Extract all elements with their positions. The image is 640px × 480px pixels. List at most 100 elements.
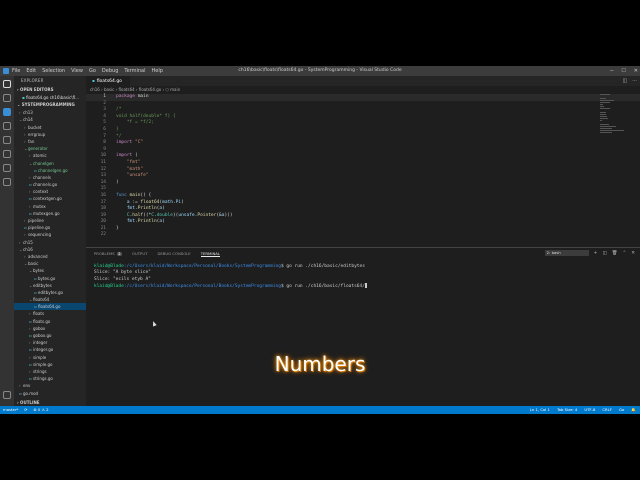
tree-item[interactable]: › pipeline xyxy=(14,217,86,224)
tree-item[interactable]: › mutex xyxy=(14,203,86,210)
tree-item[interactable]: › context xyxy=(14,188,86,195)
tree-item-label: floats64.go xyxy=(38,304,61,310)
code-line[interactable]: 11 "fmt" xyxy=(86,160,640,167)
tree-item[interactable]: › errgroup xyxy=(14,131,86,138)
split-terminal-icon[interactable]: ◫ xyxy=(602,251,606,256)
code-line[interactable]: 1 package main xyxy=(86,94,640,101)
notifications-bell-icon[interactable]: 🔔 xyxy=(631,406,636,414)
branch-indicator[interactable]: master* xyxy=(3,406,18,414)
line-endings[interactable]: CRLF xyxy=(602,406,612,414)
tree-item[interactable]: › fan xyxy=(14,138,86,145)
code-line[interactable]: 3 /* xyxy=(86,107,640,114)
code-line[interactable]: 9 xyxy=(86,147,640,154)
tree-item[interactable]: ▫bytes.go xyxy=(14,275,86,282)
sync-icon[interactable]: ⟳ xyxy=(24,406,27,414)
maximize-icon[interactable]: ☐ xyxy=(621,66,625,76)
breadcrumb[interactable]: ch16 › basic › floats64 › floats64.go › … xyxy=(86,86,640,93)
tab-terminal[interactable]: TERMINAL xyxy=(200,251,221,257)
maximize-panel-icon[interactable]: ⌃ xyxy=(622,251,626,256)
tree-item[interactable]: › ch15 xyxy=(14,239,86,246)
tree-item[interactable]: ▫go.mod xyxy=(14,390,86,397)
close-panel-icon[interactable]: ✕ xyxy=(631,251,635,256)
code-line[interactable]: 7 */ xyxy=(86,134,640,141)
code-line[interactable]: 15 xyxy=(86,186,640,193)
tree-item[interactable]: ▫channelgen.go xyxy=(14,167,86,174)
code-line[interactable]: 18 fmt.Println(a) xyxy=(86,206,640,213)
code-line[interactable]: 21} xyxy=(86,226,640,233)
language-mode[interactable]: Go xyxy=(619,406,624,414)
tree-item[interactable]: › atomic xyxy=(14,152,86,159)
tree-item[interactable]: ▫gobox.go xyxy=(14,332,86,339)
code-line[interactable]: 8 import "C" xyxy=(86,140,640,147)
code-line[interactable]: 10 import ( xyxy=(86,153,640,160)
tree-item[interactable]: › integer xyxy=(14,339,86,346)
tree-item[interactable]: ▫strings.go xyxy=(14,375,86,382)
docker-icon[interactable] xyxy=(3,164,11,172)
code-line[interactable]: 13 "unsafe" xyxy=(86,173,640,180)
tree-item[interactable]: ⌄ch16 xyxy=(14,246,86,253)
tree-item[interactable]: ▫floats.go xyxy=(14,318,86,325)
open-editors-section[interactable]: › OPEN EDITORS xyxy=(14,86,86,94)
code-line[interactable]: 12 "math" xyxy=(86,167,640,174)
tab-problems[interactable]: PROBLEMS 2 xyxy=(94,251,122,257)
search-icon[interactable] xyxy=(3,94,11,102)
more-actions-icon[interactable]: ··· xyxy=(632,76,637,86)
explorer-icon[interactable] xyxy=(3,80,11,88)
tab-output[interactable]: OUTPUT xyxy=(132,251,147,257)
tree-item[interactable]: ▫pipeline.go xyxy=(14,224,86,231)
code-line[interactable]: 22 xyxy=(86,232,640,239)
tree-item[interactable]: › env xyxy=(14,382,86,389)
debug-icon[interactable] xyxy=(3,122,11,130)
tree-item[interactable]: ⌄floats64 xyxy=(14,296,86,303)
tree-item[interactable]: › channels xyxy=(14,174,86,181)
settings-gear-icon[interactable] xyxy=(3,391,11,399)
open-editor-item[interactable]: ▪ floats64.go ch16\basic\fl... xyxy=(14,94,86,101)
tree-item[interactable]: ▫channels.go xyxy=(14,181,86,188)
cursor-position[interactable]: Ln 1, Col 1 xyxy=(530,406,550,414)
minimize-icon[interactable]: ─ xyxy=(610,66,613,76)
trash-icon[interactable]: 🗑 xyxy=(612,251,618,256)
tree-item[interactable]: ⌄editbytes xyxy=(14,282,86,289)
code-line[interactable]: 19 C.half((*C.double)(unsafe.Pointer(&a)… xyxy=(86,213,640,220)
new-terminal-icon[interactable]: + xyxy=(594,251,598,256)
code-line[interactable]: 5 *f = *f/2; xyxy=(86,120,640,127)
tree-item[interactable]: ▫contextgen.go xyxy=(14,195,86,202)
code-editor[interactable]: 1 package main 2 3 /* 4 void half(double* f) {… xyxy=(86,94,640,239)
tree-item[interactable]: › gobox xyxy=(14,325,86,332)
tree-item[interactable]: ⌄ch14 xyxy=(14,116,86,123)
project-section[interactable]: ⌄ SYSTEMPROGRAMMING xyxy=(14,101,86,109)
code-line[interactable]: 4 void half(double* f) { xyxy=(86,114,640,121)
code-line[interactable]: 16 func main() { xyxy=(86,193,640,200)
code-line[interactable]: 17 a := float64(math.Pi) xyxy=(86,200,640,207)
problems-indicator[interactable]: ⊗ 0 ⚠ 2 xyxy=(33,406,48,414)
database-icon[interactable] xyxy=(3,178,11,186)
extensions-icon[interactable] xyxy=(3,136,11,144)
source-control-icon[interactable] xyxy=(3,108,11,116)
code-line[interactable]: 2 xyxy=(86,101,640,108)
remote-icon[interactable] xyxy=(3,150,11,158)
tree-item[interactable]: › bucket xyxy=(14,124,86,131)
tree-item[interactable]: ▫floats64.go xyxy=(14,303,86,311)
split-editor-icon[interactable]: ◫ xyxy=(622,76,627,86)
tree-item[interactable]: ⌄bytes xyxy=(14,267,86,274)
code-line[interactable]: 6} xyxy=(86,127,640,134)
tree-item[interactable]: ⌄basic xyxy=(14,260,86,267)
minimap[interactable] xyxy=(600,94,626,134)
terminal-output[interactable]: klaid@Blade:/c/Users/klaid/Workspace/Per… xyxy=(94,264,368,291)
tree-item[interactable]: ▫editbytes.go xyxy=(14,289,86,296)
tree-item[interactable]: ⌄chanelgen xyxy=(14,160,86,167)
tree-item[interactable]: ⌄generator xyxy=(14,145,86,152)
code-line[interactable]: 20 fmt.Println(a) xyxy=(86,219,640,226)
tree-item[interactable]: › advanced xyxy=(14,253,86,260)
encoding[interactable]: UTF-8 xyxy=(584,406,595,414)
tab-floats64[interactable]: ▪ floats64.go xyxy=(86,76,130,86)
tree-item[interactable]: ▫mutexgen.go xyxy=(14,210,86,217)
tab-size[interactable]: Tab Size: 4 xyxy=(557,406,577,414)
tree-item[interactable]: › ch13 xyxy=(14,109,86,116)
terminal-select[interactable]: 2: bash xyxy=(544,250,589,256)
tab-debug-console[interactable]: DEBUG CONSOLE xyxy=(157,251,190,257)
tree-item[interactable]: › floats xyxy=(14,310,86,317)
tree-item[interactable]: › sequencing xyxy=(14,231,86,238)
close-icon[interactable]: ✕ xyxy=(634,66,638,76)
code-line[interactable]: 14) xyxy=(86,180,640,187)
